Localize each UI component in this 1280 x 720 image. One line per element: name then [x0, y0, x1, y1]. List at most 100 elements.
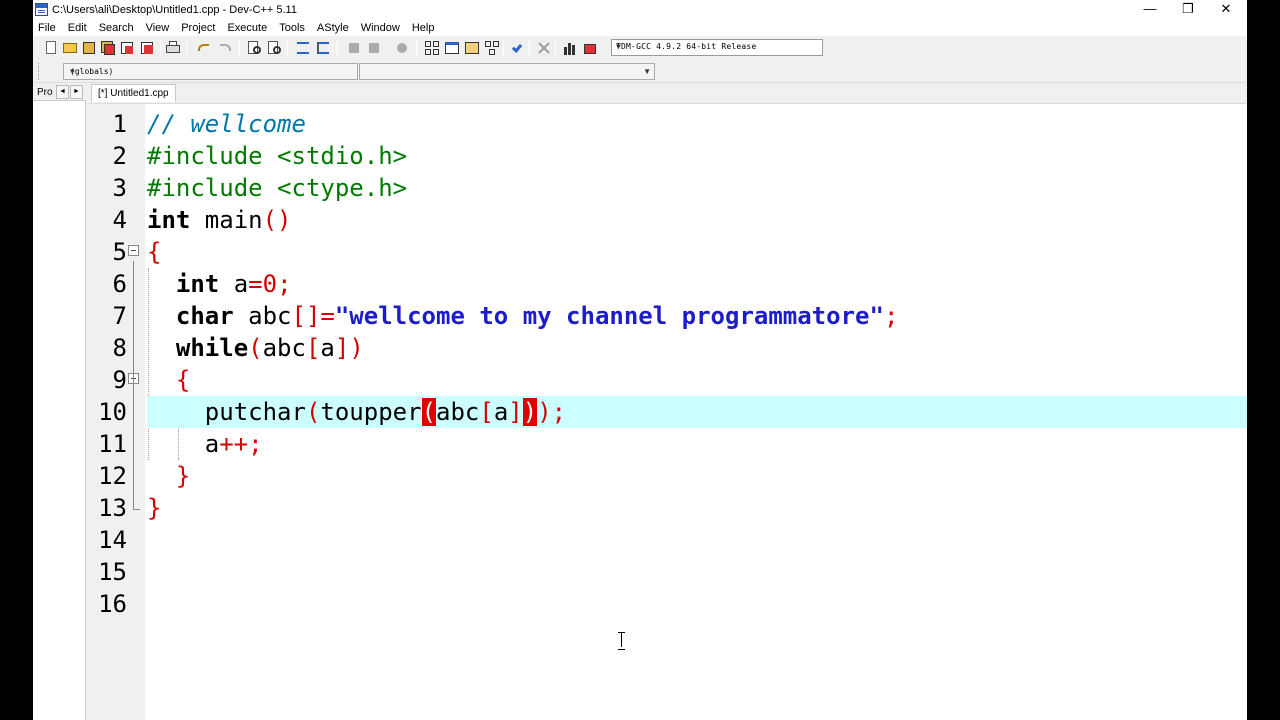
code-line-4: int main() — [147, 204, 1247, 236]
chevron-down-icon: ▼ — [70, 67, 75, 76]
window-icon[interactable] — [444, 40, 460, 56]
check-syntax-icon[interactable] — [509, 40, 525, 56]
tab-scroll-right-button[interactable]: ► — [70, 85, 83, 99]
tab-project[interactable]: Pro — [37, 87, 53, 98]
devcpp-window: C:\Users\ali\Desktop\Untitled1.cpp - Dev… — [33, 0, 1247, 720]
symbol-token: [ — [479, 398, 494, 426]
arrow-left-icon: ◄ — [59, 88, 66, 95]
keyword-token: int — [147, 206, 191, 234]
identifier-token: main — [190, 206, 263, 234]
goto-bookmark-icon[interactable] — [366, 40, 382, 56]
toolbar-separator — [239, 40, 240, 56]
code-line-9: { — [147, 364, 1247, 396]
symbol-token: ++; — [219, 430, 263, 458]
unindent-icon[interactable] — [315, 40, 331, 56]
find-icon[interactable] — [247, 40, 263, 56]
code-area[interactable]: // wellcome #include <stdio.h> #include … — [147, 104, 1247, 720]
menu-edit[interactable]: Edit — [62, 20, 93, 36]
line-number: 14 — [98, 526, 127, 554]
symbol-token: { — [175, 366, 191, 394]
print-icon[interactable] — [165, 40, 181, 56]
new-class-icon[interactable] — [424, 40, 440, 56]
scope-select[interactable]: (globals) ▼ — [63, 63, 358, 80]
save-all-icon[interactable] — [100, 40, 116, 56]
symbol-token: ; — [883, 302, 899, 330]
code-line-12: } — [147, 460, 1247, 492]
toolbar-separator — [416, 40, 417, 56]
menu-bar: File Edit Search View Project Execute To… — [33, 20, 1247, 36]
member-select[interactable]: ▼ — [359, 63, 655, 80]
project-tab-bar: Pro ◄ ► — [33, 84, 86, 101]
menu-window[interactable]: Window — [355, 20, 406, 36]
line-number: 8 — [112, 334, 127, 362]
identifier-token: abc — [262, 334, 306, 362]
symbol-token: ( — [248, 334, 263, 362]
fold-toggle-icon[interactable] — [128, 245, 139, 256]
undo-icon[interactable] — [196, 40, 212, 56]
string-token: "wellcome to my channel programmatore" — [334, 302, 884, 330]
save-icon[interactable] — [81, 40, 97, 56]
tab-untitled1[interactable]: [*] Untitled1.cpp — [91, 84, 176, 102]
minimize-button[interactable]: — — [1131, 0, 1169, 20]
code-editor[interactable]: 1 2 3 4 5 6 7 8 9 10 11 12 13 14 15 16 /… — [89, 103, 1247, 720]
code-line-5: { — [147, 236, 1247, 268]
code-line-2: #include <stdio.h> — [147, 140, 1247, 172]
menu-project[interactable]: Project — [175, 20, 221, 36]
line-number: 13 — [98, 494, 127, 522]
grid-view-icon[interactable] — [464, 40, 480, 56]
new-file-icon[interactable] — [43, 40, 59, 56]
close-all-icon[interactable] — [139, 40, 155, 56]
menu-file[interactable]: File — [33, 20, 62, 36]
screen: C:\Users\ali\Desktop\Untitled1.cpp - Dev… — [0, 0, 1280, 720]
code-line-8: while(abc[a]) — [147, 332, 1247, 364]
line-number: 7 — [112, 302, 127, 330]
identifier-token: abc — [233, 302, 292, 330]
replace-icon[interactable] — [267, 40, 283, 56]
keyword-token: char — [175, 302, 234, 330]
redo-icon[interactable] — [217, 40, 233, 56]
close-file-icon[interactable] — [119, 40, 135, 56]
close-button[interactable]: ✕ — [1207, 0, 1245, 20]
tab-scroll-left-button[interactable]: ◄ — [56, 85, 69, 99]
toggle-bookmark-icon[interactable] — [346, 40, 362, 56]
symbol-token: ); — [537, 398, 567, 426]
stop-icon[interactable] — [394, 40, 410, 56]
chart-icon[interactable] — [562, 40, 578, 56]
line-number-gutter: 1 2 3 4 5 6 7 8 9 10 11 12 13 14 15 16 — [89, 104, 145, 720]
arrow-right-icon: ► — [73, 88, 80, 95]
menu-astyle[interactable]: AStyle — [311, 20, 355, 36]
identifier-token: abc — [436, 398, 480, 426]
toolbar-grip[interactable] — [38, 63, 41, 80]
menu-execute[interactable]: Execute — [221, 20, 273, 36]
code-line-1: // wellcome — [147, 108, 1247, 140]
chevron-down-icon: ▼ — [643, 67, 651, 76]
symbol-token: = — [248, 270, 263, 298]
line-number: 11 — [98, 430, 127, 458]
line-number: 3 — [112, 174, 127, 202]
compiler-select[interactable]: TDM-GCC 4.9.2 64-bit Release ▼ — [611, 39, 823, 56]
menu-tools[interactable]: Tools — [273, 20, 311, 36]
menu-view[interactable]: View — [140, 20, 176, 36]
tile-icon[interactable] — [484, 40, 500, 56]
code-line-7: char abc[]="wellcome to my channel progr… — [147, 300, 1247, 332]
menu-help[interactable]: Help — [406, 20, 441, 36]
menu-search[interactable]: Search — [93, 20, 140, 36]
fold-guide-line — [133, 261, 134, 509]
toolbar-separator — [287, 40, 288, 56]
project-panel: Pro ◄ ► — [33, 84, 86, 720]
keyword-token: int — [175, 270, 220, 298]
fold-guide-end — [133, 509, 140, 510]
symbol-token: () — [262, 206, 292, 234]
line-number: 15 — [98, 558, 127, 586]
symbol-token: ( — [305, 398, 321, 426]
delete-icon[interactable] — [536, 40, 552, 56]
line-number: 4 — [112, 206, 127, 234]
editor-tab-bar: [*] Untitled1.cpp — [89, 84, 1247, 102]
identifier-token: putchar — [204, 398, 306, 426]
toolbar-separator — [337, 40, 338, 56]
indent-icon[interactable] — [295, 40, 311, 56]
brace-match-close: ) — [522, 398, 538, 426]
open-project-icon[interactable] — [62, 40, 78, 56]
restore-button[interactable]: ❐ — [1169, 0, 1207, 20]
debug-icon[interactable] — [582, 40, 598, 56]
